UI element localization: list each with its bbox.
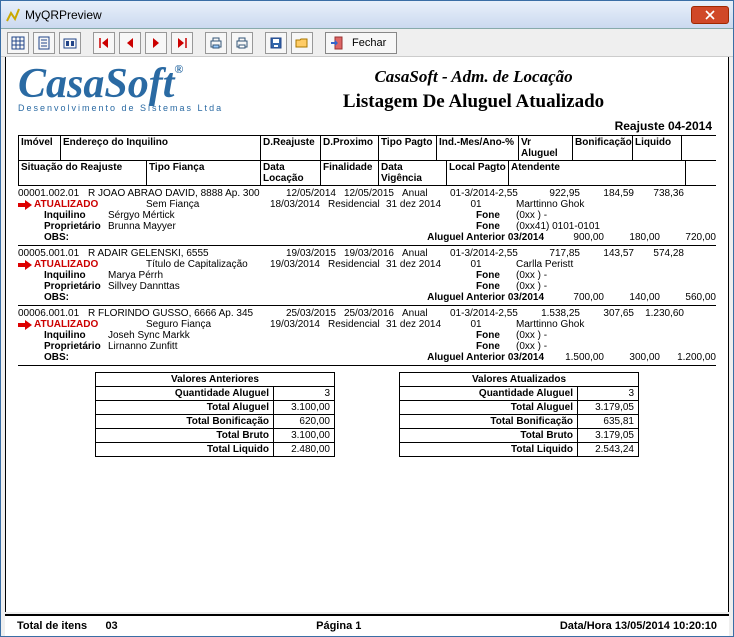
report-viewport[interactable]: CasaSoft® Desenvolvimento de Sistemas Lt… [5,57,729,612]
fechar-button[interactable]: Fechar [325,32,397,54]
company-name: CasaSoft - Adm. de Locação [231,67,716,87]
print-button[interactable] [231,32,253,54]
window-root: MyQRPreview Fechar CasaSoft® [0,0,734,637]
arrow-icon [18,259,34,270]
titlebar: MyQRPreview [1,1,733,29]
nav-zoom-button[interactable] [59,32,81,54]
window-title: MyQRPreview [25,8,691,22]
nav-page-button[interactable] [33,32,55,54]
record: 00001.002.01R JOAO ABRAO DAVID, 8888 Ap.… [18,188,716,246]
save-button[interactable] [265,32,287,54]
nav-first-button[interactable] [93,32,115,54]
close-button[interactable] [691,6,729,24]
toolbar: Fechar [1,29,733,57]
report-title: Listagem De Aluguel Atualizado [231,91,716,113]
nav-grid-button[interactable] [7,32,29,54]
column-headers-2: Situação do Reajuste Tipo Fiança Data Lo… [18,161,716,186]
statusbar: Total de itens 03 Página 1 Data/Hora 13/… [5,614,729,636]
arrow-icon [18,199,34,210]
record: 00006.001.01R FLORINDO GUSSO, 6666 Ap. 3… [18,308,716,366]
logo: CasaSoft® Desenvolvimento de Sistemas Lt… [18,63,223,113]
nav-prev-button[interactable] [119,32,141,54]
report-page: CasaSoft® Desenvolvimento de Sistemas Lt… [18,57,716,457]
arrow-icon [18,319,34,330]
nav-last-button[interactable] [171,32,193,54]
page-number: Página 1 [118,620,560,632]
printer-setup-button[interactable] [205,32,227,54]
reajuste-period: Reajuste 04-2014 [18,119,712,133]
door-icon [330,36,346,50]
summary-tables: Valores Anteriores Quantidade Aluguel3 T… [18,372,716,457]
column-headers-1: Imóvel Endereço do Inquilino D.Reajuste … [18,135,716,161]
total-items-label: Total de itens 03 [17,620,118,632]
nav-next-button[interactable] [145,32,167,54]
datetime: Data/Hora 13/05/2014 10:20:10 [560,620,717,632]
app-icon [5,7,21,23]
open-button[interactable] [291,32,313,54]
record: 00005.001.01R ADAIR GELENSKI, 655519/03/… [18,248,716,306]
fechar-label: Fechar [352,37,386,49]
summary-anteriores: Valores Anteriores Quantidade Aluguel3 T… [95,372,335,457]
summary-atualizados: Valores Atualizados Quantidade Aluguel3 … [399,372,639,457]
